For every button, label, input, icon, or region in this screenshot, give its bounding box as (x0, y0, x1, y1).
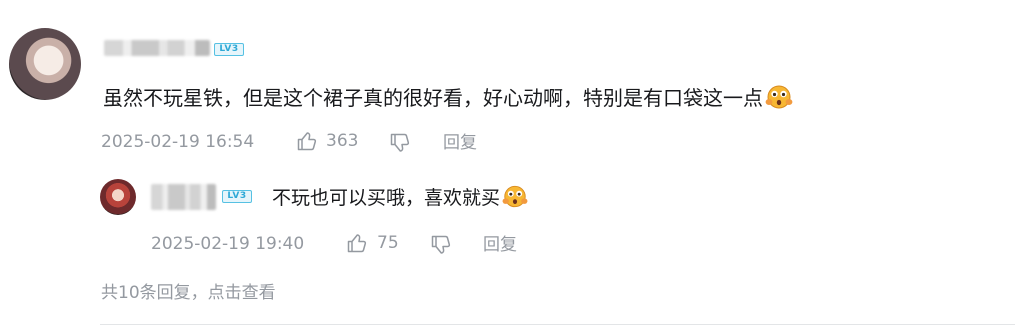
flushed-face-emoji-icon (502, 185, 528, 208)
reply-date: 2025-02-19 19:40 (151, 234, 305, 254)
replier-avatar[interactable] (100, 179, 136, 215)
comment-text: 虽然不玩星铁，但是这个裙子真的很好看，好心动啊，特别是有口袋这一点 (103, 84, 793, 112)
thumbs-up-icon[interactable] (346, 232, 368, 254)
reply-text-content: 不玩也可以买哦，喜欢就买 (272, 187, 501, 209)
replier-username[interactable] (151, 184, 216, 210)
reply-button[interactable]: 回复 (443, 131, 477, 155)
commenter-avatar[interactable] (9, 28, 81, 100)
divider (100, 324, 1015, 325)
like-count: 363 (326, 131, 359, 151)
reply-button[interactable]: 回复 (483, 233, 517, 257)
comment-text-content: 虽然不玩星铁，但是这个裙子真的很好看，好心动啊，特别是有口袋这一点 (103, 86, 763, 110)
commenter-username[interactable] (104, 40, 210, 56)
thumbs-up-icon[interactable] (296, 130, 318, 152)
view-more-replies-link[interactable]: 共10条回复，点击查看 (101, 278, 276, 303)
thumbs-down-icon[interactable] (389, 132, 411, 154)
thumbs-down-icon[interactable] (430, 234, 452, 256)
user-level-badge: LV3 (222, 190, 252, 203)
like-count: 75 (377, 233, 399, 253)
user-level-badge: LV3 (214, 43, 244, 56)
comment-date: 2025-02-19 16:54 (101, 132, 255, 152)
flushed-face-emoji-icon (765, 85, 793, 109)
reply-text: 不玩也可以买哦，喜欢就买 (272, 184, 528, 212)
